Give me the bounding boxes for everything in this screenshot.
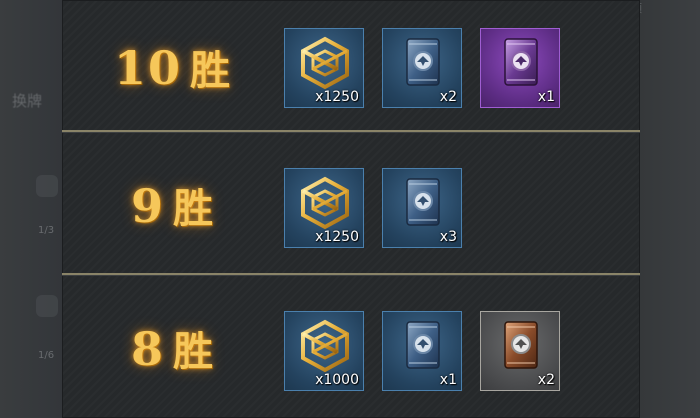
- bronze-card-pack-icon: [504, 321, 538, 369]
- win-count-label: 10 胜: [62, 38, 284, 96]
- row-divider: [62, 275, 640, 276]
- win-count: 10: [113, 41, 182, 95]
- blue-card-pack-icon: [406, 321, 440, 369]
- win-count: 9: [130, 179, 165, 233]
- reward-quantity: x3: [439, 229, 457, 245]
- blue-card-pack-icon: [406, 38, 440, 86]
- blue-card-pack-icon: [406, 178, 440, 226]
- reward-quantity: x1250: [315, 89, 359, 105]
- win-count: 8: [130, 322, 165, 376]
- background-count: 1/6: [38, 350, 55, 361]
- reward-row-8-wins: 8胜 x1000 x1 x2: [62, 275, 640, 418]
- reward-quantity: x1: [537, 89, 555, 105]
- reward-quantity: x1000: [315, 372, 359, 388]
- background-label: 换牌: [12, 92, 43, 110]
- reward-item-blue-card-pack[interactable]: x1: [382, 311, 462, 391]
- reward-quantity: x2: [439, 89, 457, 105]
- win-count-label: 9胜: [62, 176, 284, 234]
- background-left-panel: 换牌 1/3 1/6: [0, 0, 62, 418]
- win-rewards-panel: 10 胜 x1250 x2 x1 9 胜 x1250 x3 8 胜 x1000 …: [62, 0, 640, 418]
- win-suffix: 胜: [173, 328, 215, 375]
- reward-item-purple-card-pack[interactable]: x1: [480, 28, 560, 108]
- gold-cube-icon: [301, 176, 349, 230]
- reward-row-9-wins: 9胜 x1250 x3: [62, 132, 640, 275]
- win-count-label: 8胜: [62, 319, 284, 377]
- win-suffix: 胜: [190, 47, 232, 94]
- reward-quantity: x2: [537, 372, 555, 388]
- lock-icon: [36, 175, 58, 197]
- row-divider: [62, 132, 640, 133]
- reward-item-gold-cube[interactable]: x1250: [284, 28, 364, 108]
- gold-cube-icon: [301, 319, 349, 373]
- background-right-panel: [640, 0, 700, 418]
- reward-quantity: x1: [439, 372, 457, 388]
- reward-item-bronze-card-pack[interactable]: x2: [480, 311, 560, 391]
- reward-item-blue-card-pack[interactable]: x2: [382, 28, 462, 108]
- purple-card-pack-icon: [504, 38, 538, 86]
- reward-item-gold-cube[interactable]: x1000: [284, 311, 364, 391]
- reward-item-gold-cube[interactable]: x1250: [284, 168, 364, 248]
- reward-row-10-wins: 10 胜 x1250 x2 x1: [62, 0, 640, 132]
- win-suffix: 胜: [173, 185, 215, 232]
- lock-icon: [36, 295, 58, 317]
- reward-item-blue-card-pack[interactable]: x3: [382, 168, 462, 248]
- gold-cube-icon: [301, 36, 349, 90]
- background-count: 1/3: [38, 225, 55, 236]
- reward-quantity: x1250: [315, 229, 359, 245]
